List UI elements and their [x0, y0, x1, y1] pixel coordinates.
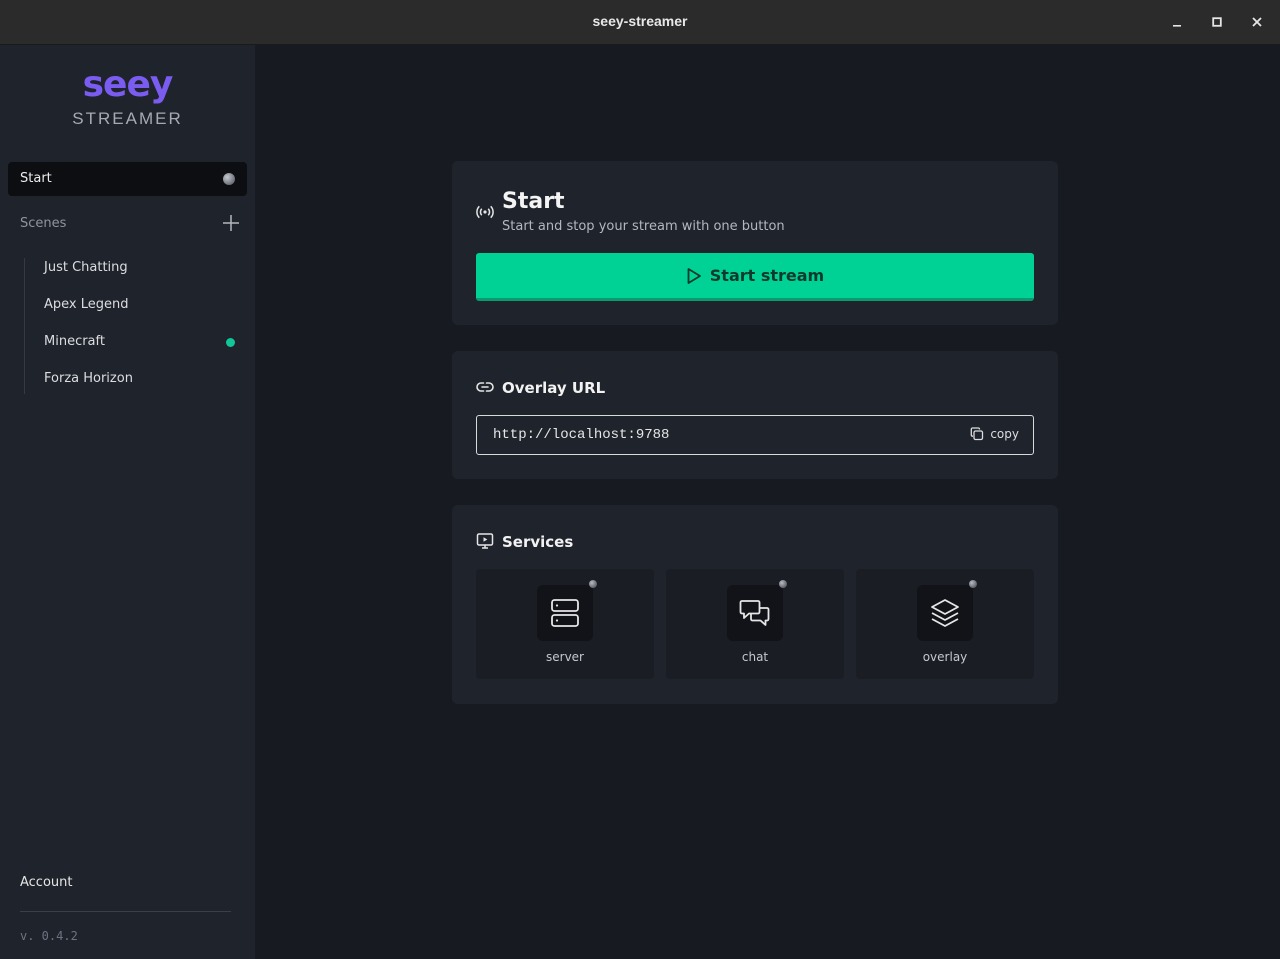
service-overlay[interactable]: overlay	[856, 569, 1034, 679]
sidebar: seey STREAMER Start Scenes Just Chatting…	[0, 45, 255, 959]
service-status-indicator	[779, 580, 787, 588]
service-status-indicator	[589, 580, 597, 588]
overlay-url-value: http://localhost:9788	[493, 427, 670, 443]
maximize-button[interactable]	[1207, 12, 1227, 32]
copy-button[interactable]: copy	[970, 427, 1019, 441]
status-indicator	[223, 173, 235, 185]
scene-item-just-chatting[interactable]: Just Chatting	[44, 260, 128, 275]
plus-icon	[223, 215, 239, 231]
close-button[interactable]	[1247, 12, 1267, 32]
service-icon-box	[537, 585, 593, 641]
broadcast-icon	[476, 205, 494, 219]
minimize-icon	[1173, 25, 1181, 27]
scene-item-apex-legend[interactable]: Apex Legend	[44, 297, 129, 312]
service-chat[interactable]: chat	[666, 569, 844, 679]
link-icon	[476, 382, 494, 392]
start-card: Start Start and stop your stream with on…	[452, 161, 1058, 325]
card-title: Overlay URL	[502, 379, 606, 397]
start-stream-button[interactable]: Start stream	[476, 253, 1034, 301]
scene-item-forza-horizon[interactable]: Forza Horizon	[44, 371, 133, 386]
scene-list-guide	[24, 258, 25, 394]
title-bar: seey-streamer	[0, 0, 1280, 45]
services-card: Services server chat overlay	[452, 505, 1058, 704]
account-link[interactable]: Account	[20, 875, 73, 890]
overlay-url-field[interactable]: http://localhost:9788 copy	[476, 415, 1034, 455]
window-title: seey-streamer	[592, 13, 688, 29]
overlay-url-card: Overlay URL http://localhost:9788 copy	[452, 351, 1058, 479]
card-title: Services	[502, 533, 574, 551]
divider	[20, 911, 231, 912]
monitor-play-icon	[476, 533, 494, 549]
start-stream-label: Start stream	[709, 266, 825, 285]
minimize-button[interactable]	[1167, 12, 1187, 32]
sidebar-item-label: Start	[20, 171, 52, 186]
logo-wordmark: seey	[82, 64, 174, 105]
service-icon-box	[917, 585, 973, 641]
app-window: seey-streamer seey STREAMER Start Scenes…	[0, 0, 1280, 959]
logo-subtitle: STREAMER	[72, 109, 183, 128]
service-status-indicator	[969, 580, 977, 588]
card-title: Start	[502, 189, 565, 214]
maximize-icon	[1212, 17, 1222, 27]
sidebar-item-start[interactable]: Start	[8, 162, 247, 196]
copy-label: copy	[990, 427, 1019, 441]
layers-icon	[931, 599, 959, 627]
version-label: v. 0.4.2	[20, 929, 78, 943]
active-scene-indicator	[226, 338, 235, 347]
service-label: chat	[741, 650, 769, 664]
scenes-header: Scenes	[20, 216, 67, 231]
app-logo: seey STREAMER	[0, 60, 255, 135]
add-scene-button[interactable]	[221, 213, 241, 233]
service-server[interactable]: server	[476, 569, 654, 679]
play-icon	[687, 267, 701, 284]
server-icon	[551, 599, 579, 627]
card-subtitle: Start and stop your stream with one butt…	[502, 219, 785, 234]
service-label: server	[546, 650, 584, 664]
copy-icon	[970, 427, 984, 441]
service-icon-box	[727, 585, 783, 641]
chat-icon	[739, 600, 770, 626]
scene-item-minecraft[interactable]: Minecraft	[44, 334, 105, 349]
service-label: overlay	[922, 650, 968, 664]
close-icon	[1252, 17, 1262, 27]
